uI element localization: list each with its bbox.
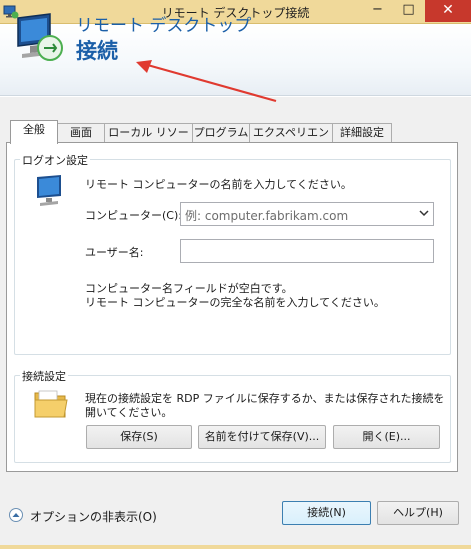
remote-desktop-icon <box>17 13 63 61</box>
close-button[interactable]: ✕ <box>425 0 471 22</box>
tab-display[interactable]: 画面 <box>57 123 105 142</box>
open-button[interactable]: 開く(E)... <box>333 425 440 449</box>
connection-settings-label: 接続設定 <box>20 368 68 384</box>
folder-icon <box>34 390 68 418</box>
connect-button[interactable]: 接続(N) <box>282 501 371 525</box>
banner-subtitle: リモート デスクトップ <box>76 16 252 36</box>
tab-experience[interactable]: エクスペリエンス <box>249 123 333 156</box>
chevron-down-icon[interactable] <box>419 208 429 218</box>
tab-advanced[interactable]: 詳細設定 <box>332 123 392 142</box>
chevron-up-icon[interactable] <box>9 508 23 522</box>
banner-title: 接続 <box>76 39 118 63</box>
window-bottom-border <box>0 545 471 549</box>
logon-settings-label: ログオン設定 <box>20 152 90 168</box>
computer-label: コンピューター(C): <box>85 209 182 222</box>
computer-placeholder: 例: computer.fabrikam.com <box>185 209 349 223</box>
maximize-button[interactable]: □ <box>395 0 422 22</box>
annotation-arrow <box>136 60 277 103</box>
computer-combobox[interactable]: 例: computer.fabrikam.com <box>180 202 434 226</box>
save-as-button[interactable]: 名前を付けて保存(V)... <box>198 425 326 449</box>
computer-icon <box>37 175 61 206</box>
hide-options-link[interactable]: オプションの非表示(O) <box>30 508 157 525</box>
username-label: ユーザー名: <box>85 246 144 259</box>
tab-local-resources[interactable]: ローカル リソース <box>104 123 193 156</box>
empty-computer-note-line2: リモート コンピューターの完全な名前を入力してください。 <box>85 296 385 309</box>
help-button[interactable]: ヘルプ(H) <box>377 501 459 525</box>
connection-settings-group <box>14 375 451 463</box>
username-field[interactable] <box>180 239 434 263</box>
connection-description-line2: 開いてください。 <box>85 406 173 419</box>
tab-general[interactable]: 全般 <box>10 120 58 144</box>
minimize-button[interactable]: − <box>364 0 391 22</box>
logon-instruction: リモート コンピューターの名前を入力してください。 <box>85 178 352 191</box>
tab-programs[interactable]: プログラム <box>192 123 250 142</box>
save-button[interactable]: 保存(S) <box>86 425 192 449</box>
